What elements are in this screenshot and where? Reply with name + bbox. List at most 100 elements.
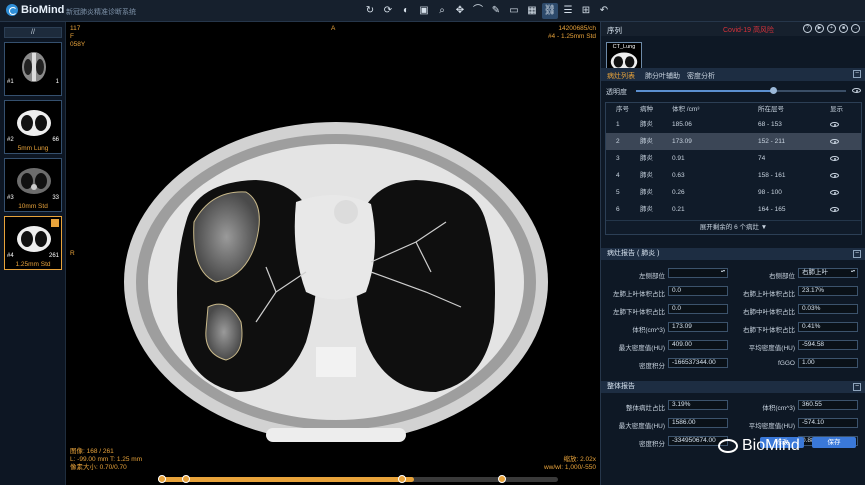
location-select[interactable] xyxy=(668,268,728,278)
orientation-marker-top: A xyxy=(331,25,336,32)
field-value[interactable]: 173.09 xyxy=(668,322,728,332)
report-field: 左肺上叶体积占比 0.0 xyxy=(601,286,731,298)
expand-lesions-button[interactable]: 展开剩余的 6 个病灶 ▼ xyxy=(606,220,861,234)
sequence-thumb-label: CT_Lung xyxy=(612,44,636,50)
slice-marker[interactable] xyxy=(398,475,406,483)
report-field: 右肺下叶体积占比 0.41% xyxy=(731,322,861,334)
report-field: 整体病灶占比 3.19% xyxy=(601,400,731,412)
report-field: 右肺中叶体积占比 0.03% xyxy=(731,304,861,316)
field-value[interactable]: 0.0 xyxy=(668,304,728,314)
risk-status: Covid-19 高风险 xyxy=(723,27,774,34)
slice-slider[interactable] xyxy=(158,475,558,483)
table-row[interactable]: 5 肺炎 0.26 98 - 100 xyxy=(606,184,861,201)
thumb-count: 261 xyxy=(48,253,59,259)
field-label: 体积(cm^3) xyxy=(632,327,665,334)
collapse-icon[interactable]: − xyxy=(853,383,861,391)
table-row[interactable]: 2 肺炎 173.09 152 - 211 xyxy=(606,133,861,150)
stop-icon[interactable]: ■ xyxy=(839,24,848,33)
location-select[interactable]: 右肺上叶 xyxy=(798,268,858,278)
field-value[interactable]: 409.00 xyxy=(668,340,728,350)
slice-marker[interactable] xyxy=(498,475,506,483)
pan-icon[interactable]: ✥ xyxy=(452,3,468,19)
series-thumbnail-panel: // #1 1 #2 66 5mm Lung #3 33 10mm Std #4… xyxy=(0,22,66,485)
field-label: 平均密度值(HU) xyxy=(748,423,795,430)
eye-icon[interactable] xyxy=(830,122,839,127)
table-row[interactable]: 4 肺炎 0.63 158 - 161 xyxy=(606,167,861,184)
thumb-count: 33 xyxy=(52,195,59,201)
overall-report-title: 整体报告 xyxy=(607,383,635,390)
watermark-text: BioMind xyxy=(742,437,800,454)
window-level-icon[interactable]: ◐ xyxy=(398,3,414,19)
lesion-report: 病灶报告 ( 肺炎 ) − 左侧部位左肺上叶体积占比0.0左肺下叶体积占比0.0… xyxy=(601,248,865,373)
thumbnail-5mm-lung[interactable]: #2 66 5mm Lung xyxy=(4,100,62,154)
series-switch[interactable]: // xyxy=(4,27,62,38)
reset-icon[interactable]: ↻ xyxy=(362,3,378,19)
overall-report: 整体报告 − 整体病灶占比 3.19% 最大密度值(HU) 1586.00 密度积分 -3… xyxy=(601,381,865,485)
field-value[interactable]: 0.03% xyxy=(798,304,858,314)
angle-icon[interactable]: ⌒ xyxy=(470,3,486,19)
report-field: 最大密度值(HU) 1586.00 xyxy=(601,418,731,430)
thumb-label: 10mm Std xyxy=(18,203,48,210)
tab-lobe-assist[interactable]: 肺分叶辅助 xyxy=(645,71,680,81)
table-row[interactable]: 1 肺炎 185.06 68 - 153 xyxy=(606,116,861,133)
field-value[interactable]: -166537344.00 xyxy=(668,358,728,368)
stack-icon[interactable]: ▣ xyxy=(416,3,432,19)
eye-icon[interactable] xyxy=(830,139,839,144)
field-value[interactable]: 1.00 xyxy=(798,358,858,368)
slice-marker[interactable] xyxy=(182,475,190,483)
eye-icon[interactable] xyxy=(852,88,861,93)
ct-thumb-image xyxy=(17,226,51,252)
table-row[interactable]: 3 肺炎 0.91 74 xyxy=(606,150,861,167)
image-viewer[interactable]: 117 F 058Y A 14200685/ch #4 - 1.25mm Std… xyxy=(66,22,600,485)
thumb-label: 1.25mm Std xyxy=(15,261,51,268)
collapse-icon[interactable]: − xyxy=(853,250,861,258)
opacity-slider-handle[interactable] xyxy=(769,87,777,94)
thumbnail-scout[interactable]: #1 1 xyxy=(4,42,62,96)
link-icon[interactable]: ⛓ xyxy=(542,3,558,19)
field-label: 左肺上叶体积占比 xyxy=(613,291,665,298)
eye-icon[interactable] xyxy=(830,173,839,178)
field-value[interactable]: 1586.00 xyxy=(668,418,728,428)
overlay-bottom-left: 图像: 168 / 261 L: -99.00 mm T: 1.25 mm 像素… xyxy=(70,448,143,471)
field-label: fGGO xyxy=(778,360,795,367)
save-button[interactable]: 保存 xyxy=(812,437,856,448)
eye-icon[interactable] xyxy=(830,156,839,161)
field-value[interactable]: 360.55 xyxy=(798,400,858,410)
help-icon[interactable]: ? xyxy=(803,24,812,33)
zoom-icon[interactable]: ⌕ xyxy=(434,3,450,19)
field-value[interactable]: 0.0 xyxy=(668,286,728,296)
slice-marker[interactable] xyxy=(158,475,166,483)
eye-icon[interactable] xyxy=(830,190,839,195)
collapse-icon[interactable]: − xyxy=(853,70,861,78)
thumbnail-1-25mm-std[interactable]: #4 261 1.25mm Std xyxy=(4,216,62,270)
field-label: 右肺中叶体积占比 xyxy=(743,309,795,316)
field-value[interactable]: -574.10 xyxy=(798,418,858,428)
grid-icon[interactable]: ⊞ xyxy=(578,3,594,19)
report-field: 左肺下叶体积占比 0.0 xyxy=(601,304,731,316)
thumbnail-10mm-std[interactable]: #3 33 10mm Std xyxy=(4,158,62,212)
roi-icon[interactable]: ▭ xyxy=(506,3,522,19)
add-icon[interactable]: + xyxy=(827,24,836,33)
table-row[interactable]: 6 肺炎 0.21 164 - 165 xyxy=(606,201,861,218)
layout-icon[interactable]: ▦ xyxy=(524,3,540,19)
opacity-slider[interactable] xyxy=(636,87,846,94)
analysis-tabs: 病灶列表 肺分叶辅助 密度分析 − xyxy=(601,68,865,81)
undo-icon[interactable]: ↶ xyxy=(596,3,612,19)
annotate-icon[interactable]: ✎ xyxy=(488,3,504,19)
ct-thumb-image xyxy=(17,168,51,194)
field-value[interactable]: 3.19% xyxy=(668,400,728,410)
field-value[interactable]: 23.17% xyxy=(798,286,858,296)
eye-icon[interactable] xyxy=(830,207,839,212)
report-field: 右肺上叶体积占比 23.17% xyxy=(731,286,861,298)
tab-density-analysis[interactable]: 密度分析 xyxy=(687,71,715,81)
play-icon[interactable]: ▶ xyxy=(815,24,824,33)
field-value[interactable]: 0.41% xyxy=(798,322,858,332)
next-icon[interactable]: → xyxy=(851,24,860,33)
tab-lesion-list[interactable]: 病灶列表 xyxy=(607,71,635,81)
app-window: BioMind 新冠肺炎精准诊断系统 ↻ ⟳ ◐ ▣ ⌕ ✥ ⌒ ✎ ▭ ▦ ⛓… xyxy=(0,0,865,485)
rotate-icon[interactable]: ⟳ xyxy=(380,3,396,19)
ct-axial-image xyxy=(124,122,548,442)
menu-icon[interactable]: ☰ xyxy=(560,3,576,19)
field-label: 密度积分 xyxy=(639,363,665,370)
field-value[interactable]: -594.58 xyxy=(798,340,858,350)
